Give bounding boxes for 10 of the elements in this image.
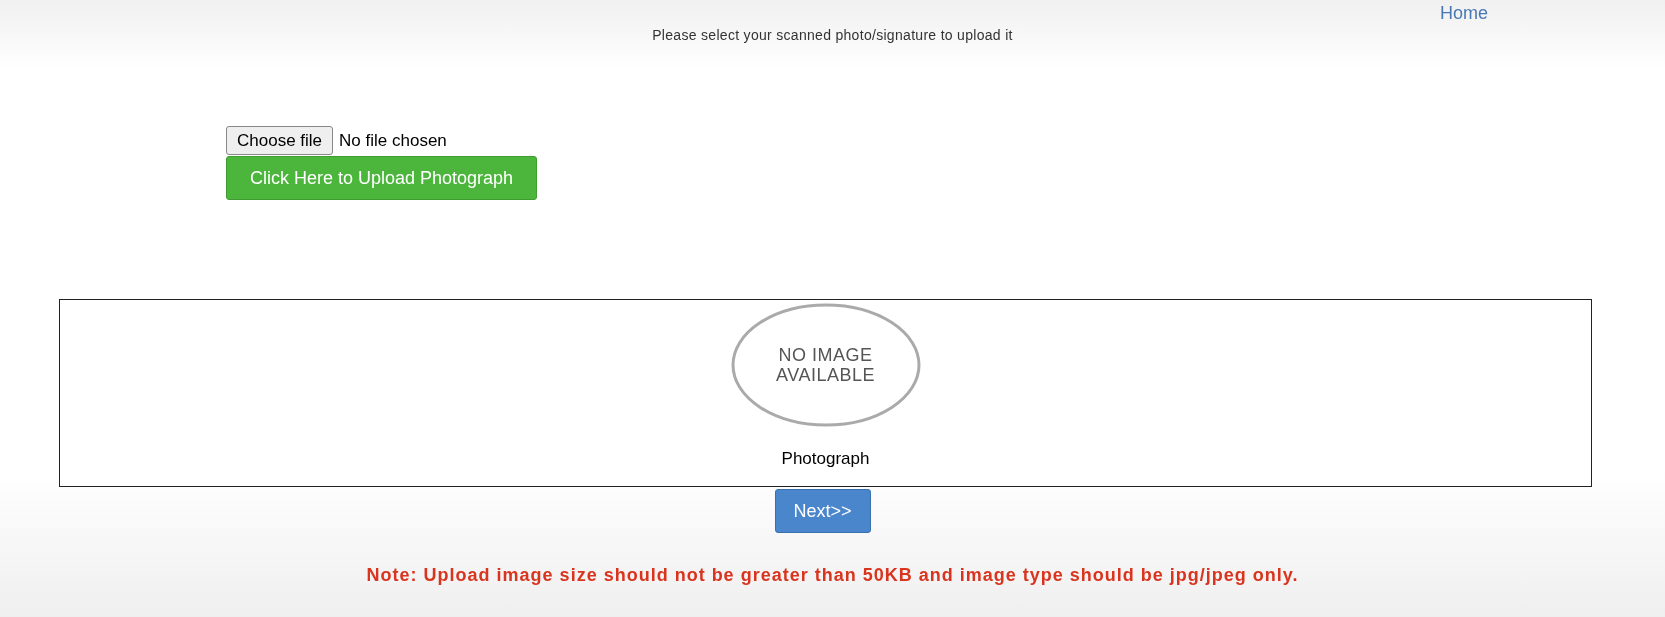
home-link[interactable]: Home [1440, 0, 1488, 27]
placeholder-circle-icon [730, 303, 921, 427]
file-status-text: No file chosen [339, 129, 447, 152]
no-image-text: NO IMAGE AVAILABLE [775, 345, 876, 385]
choose-file-button[interactable]: Choose file [226, 126, 334, 155]
instruction-text: Please select your scanned photo/signature to upload it [652, 26, 1013, 45]
upload-note: Note: Upload image size should not be greater than 50KB and image type should be jpg/jpeg only. [366, 564, 1299, 587]
next-button[interactable]: Next>> [774, 489, 871, 533]
upload-button[interactable]: Click Here to Upload Photograph [226, 156, 537, 200]
photo-caption: Photograph [781, 448, 870, 470]
